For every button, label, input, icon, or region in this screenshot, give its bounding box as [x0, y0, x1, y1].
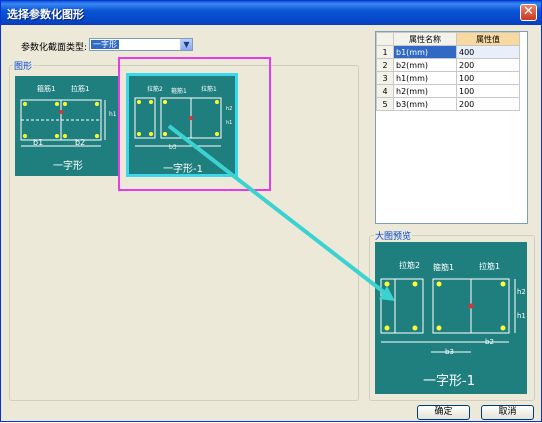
dialog-window: 选择参数化图形 ✕ 参数化截面类型: 一字形 ▼ 图形 箍筋1 拉筋1 b1 b… [0, 0, 542, 422]
cancel-button[interactable]: 取消 [481, 405, 534, 420]
ok-button[interactable]: 确定 [417, 405, 470, 420]
pointer-arrow [167, 124, 395, 301]
